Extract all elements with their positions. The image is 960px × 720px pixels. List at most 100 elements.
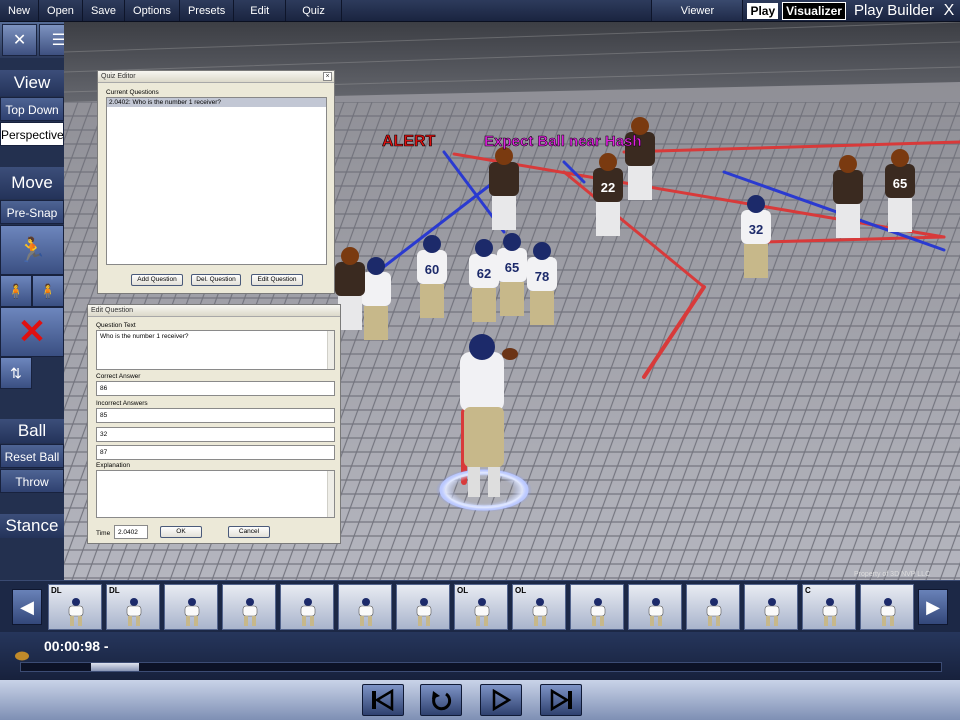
stance-thumbnail[interactable] [744, 584, 798, 630]
menu-bar: New Open Save Options Presets Edit Quiz … [0, 0, 960, 22]
brand-visualizer: Visualizer [782, 1, 846, 20]
scroll-left-arrow-icon[interactable]: ◀ [12, 589, 42, 625]
question-text-value: Who is the number 1 receiver? [100, 333, 189, 340]
delete-question-button[interactable]: Del. Question [191, 274, 241, 286]
stance-thumbnail[interactable] [570, 584, 624, 630]
close-icon[interactable]: X [938, 0, 960, 21]
player-stance-icon [706, 598, 722, 626]
scrollbar[interactable] [327, 471, 334, 517]
question-list-item[interactable]: 2.0402: Who is the number 1 receiver? [107, 98, 326, 107]
incorrect-answer-field-2[interactable]: 32 [96, 427, 335, 442]
stance-thumbnail[interactable]: OL [512, 584, 566, 630]
edit-question-button[interactable]: Edit Question [251, 274, 303, 286]
edit-question-title: Edit Question [88, 305, 340, 317]
question-text-label: Question Text [96, 322, 136, 329]
incorrect-answer-field-3[interactable]: 87 [96, 445, 335, 460]
football-marker-icon[interactable] [14, 650, 30, 662]
player-stance-icon [68, 598, 84, 626]
player-stance-icon [880, 598, 896, 626]
stance-thumbnail[interactable]: DL [48, 584, 102, 630]
split-icon[interactable]: ⇅ [0, 357, 32, 389]
ok-button[interactable]: OK [160, 526, 202, 538]
player-stance-icon [242, 598, 258, 626]
stance-thumbnail[interactable]: OL [454, 584, 508, 630]
time-field[interactable]: 2.0402 [114, 525, 148, 539]
running-player-icon[interactable]: 🏃 [0, 225, 64, 275]
formation-icon[interactable]: ✕ [2, 24, 38, 56]
player-stance-icon [822, 598, 838, 626]
stance-right-icon[interactable]: 🧍 [32, 275, 64, 307]
left-sidebar: View Top Down Perspective Move Pre-Snap … [0, 58, 64, 580]
replay-button[interactable] [420, 684, 462, 716]
play-icon [492, 689, 512, 711]
scroll-right-arrow-icon[interactable]: ▶ [918, 589, 948, 625]
stance-thumbnail[interactable] [686, 584, 740, 630]
menu-presets[interactable]: Presets [180, 0, 235, 21]
quiz-editor-title-text: Quiz Editor [101, 73, 136, 80]
view-section-title: View [0, 70, 64, 96]
skip-to-end-icon [550, 689, 572, 711]
move-section-title: Move [0, 167, 64, 199]
stance-thumbnail[interactable] [396, 584, 450, 630]
player-stance-icon [358, 598, 374, 626]
skip-to-start-button[interactable] [362, 684, 404, 716]
player-stance-icon [590, 598, 606, 626]
watermark: Property of 3D NVP LLC [854, 571, 930, 578]
thumbnail-label: DL [109, 586, 120, 595]
questions-list[interactable]: 2.0402: Who is the number 1 receiver? [106, 97, 327, 265]
stance-section-title: Stance [0, 514, 64, 538]
timeline-track[interactable] [20, 662, 942, 672]
play-builder-link[interactable]: Play Builder [850, 0, 938, 21]
stance-thumbnail[interactable] [222, 584, 276, 630]
play-button[interactable] [480, 684, 522, 716]
correct-answer-field[interactable]: 86 [96, 381, 335, 396]
menu-open[interactable]: Open [39, 0, 83, 21]
menu-new[interactable]: New [0, 0, 40, 21]
menu-save[interactable]: Save [83, 0, 126, 21]
quiz-editor-dialog: Quiz Editor × Current Questions 2.0402: W… [97, 70, 335, 294]
menu-quiz[interactable]: Quiz [286, 0, 342, 21]
stance-left-icon[interactable]: 🧍 [0, 275, 32, 307]
timeline-scrubber[interactable] [91, 663, 139, 671]
perspective-button[interactable]: Perspective [0, 122, 64, 146]
menu-options[interactable]: Options [125, 0, 180, 21]
thumbnail-label: C [805, 586, 811, 595]
throw-button[interactable]: Throw [0, 469, 64, 493]
close-icon[interactable]: × [323, 72, 332, 81]
player-stance-icon [474, 598, 490, 626]
question-text-field[interactable]: Who is the number 1 receiver? [96, 330, 335, 370]
explanation-field[interactable] [96, 470, 335, 518]
incorrect-answer-field-1[interactable]: 85 [96, 408, 335, 423]
pre-snap-button[interactable]: Pre-Snap [0, 200, 64, 224]
scrollbar[interactable] [327, 331, 334, 369]
correct-answer-label: Correct Answer [96, 373, 141, 380]
reset-ball-button[interactable]: Reset Ball [0, 444, 64, 468]
jersey-number: 65 [893, 176, 907, 191]
play-visualizer-app: New Open Save Options Presets Edit Quiz … [0, 0, 960, 720]
skip-to-end-button[interactable] [540, 684, 582, 716]
expect-label: Expect Ball near Hash [484, 133, 642, 150]
brand-play: Play [747, 2, 779, 19]
stance-thumbnail[interactable] [280, 584, 334, 630]
menu-edit[interactable]: Edit [234, 0, 287, 21]
jersey-number: 60 [425, 262, 439, 277]
player-stance-icon [416, 598, 432, 626]
top-down-button[interactable]: Top Down [0, 97, 64, 121]
cancel-button[interactable]: Cancel [228, 526, 270, 538]
playback-controls [0, 680, 960, 720]
add-question-button[interactable]: Add Question [131, 274, 183, 286]
explanation-label: Explanation [96, 462, 130, 469]
stance-thumbnail[interactable]: DL [106, 584, 160, 630]
delete-move-icon[interactable]: ✕ [0, 307, 64, 357]
stance-thumbnail-strip: ◀ DL DL OL OL C ▶ [0, 580, 960, 632]
stance-thumbnail[interactable] [860, 584, 914, 630]
viewer-tab[interactable]: Viewer [651, 0, 744, 21]
stance-thumbnail[interactable] [164, 584, 218, 630]
stance-thumbnail[interactable]: C [802, 584, 856, 630]
stance-thumbnail[interactable] [338, 584, 392, 630]
player-stance-icon [648, 598, 664, 626]
player-stance-icon [300, 598, 316, 626]
stance-thumbnail[interactable] [628, 584, 682, 630]
